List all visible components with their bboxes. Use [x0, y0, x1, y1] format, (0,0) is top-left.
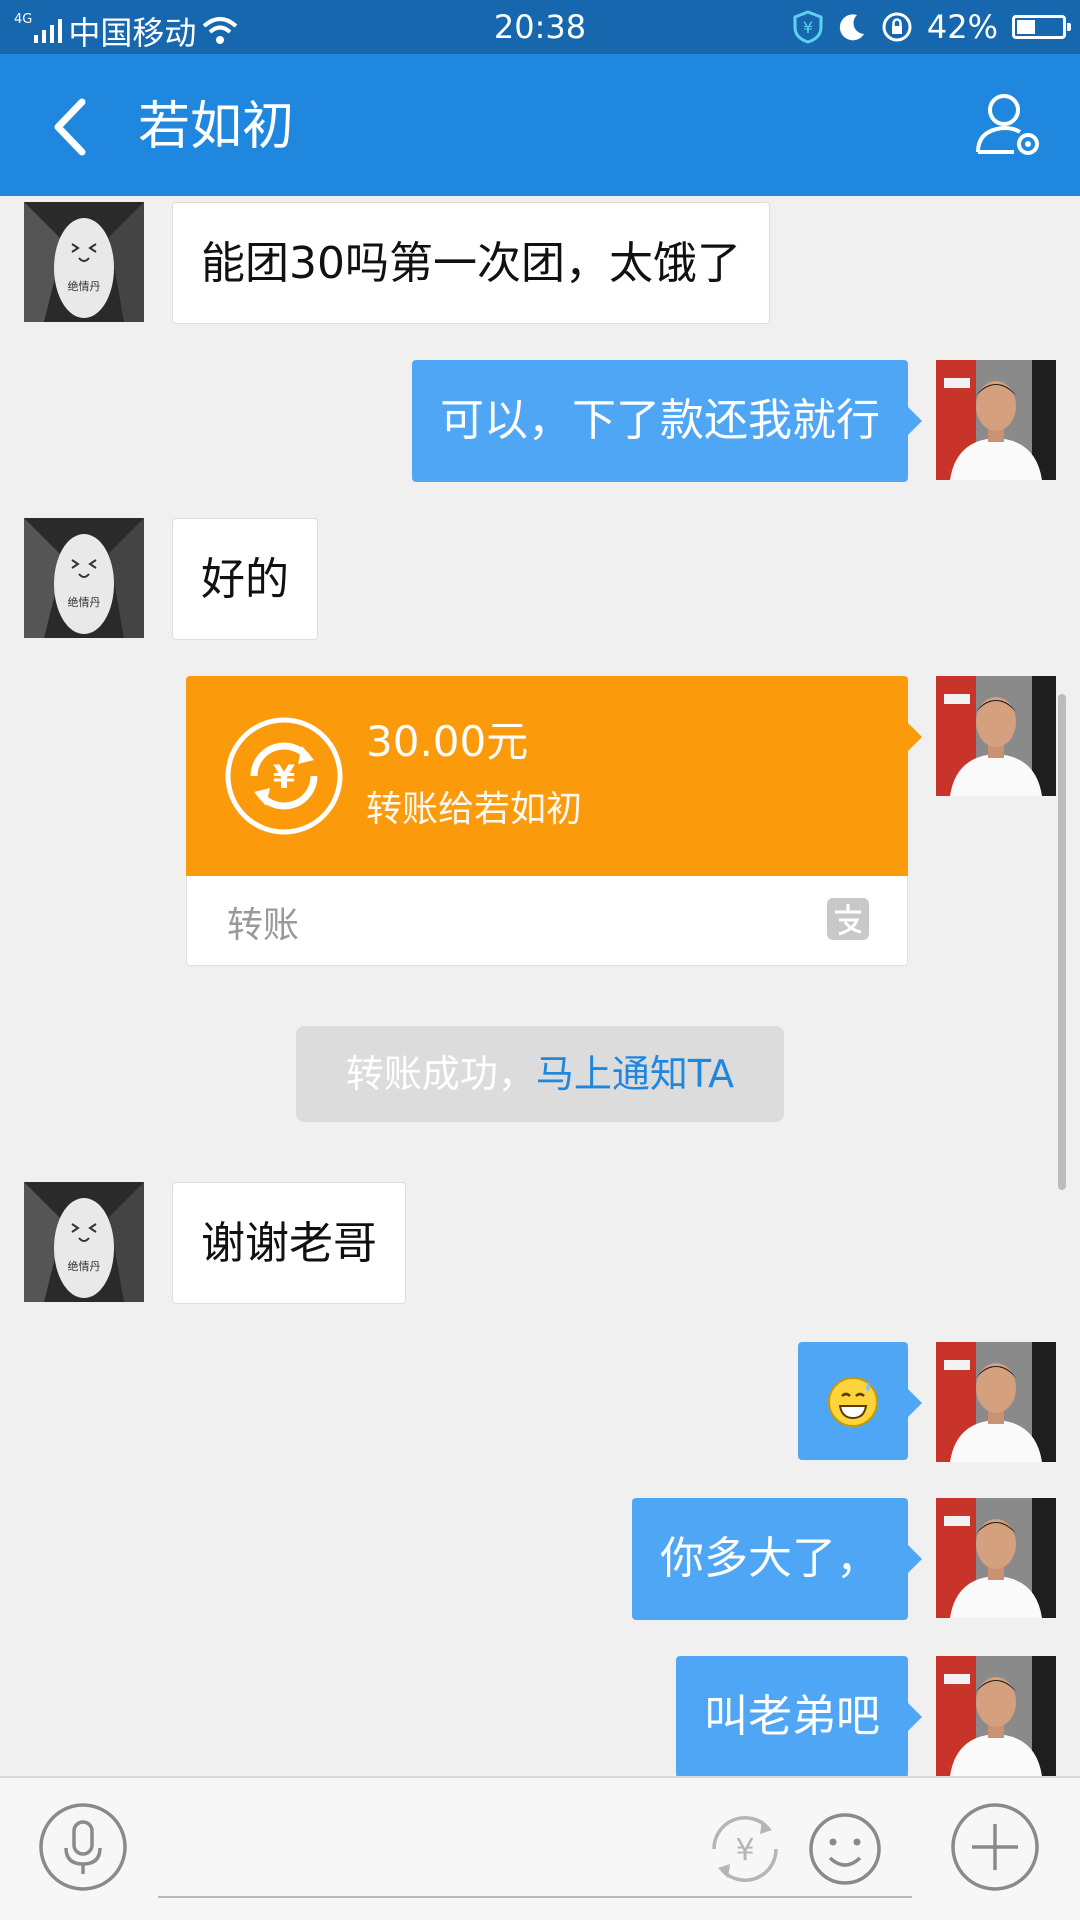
input-bar: ¥ — [0, 1776, 1080, 1920]
grinning-sweat-emoji — [828, 1377, 878, 1427]
moon-icon — [839, 14, 864, 41]
svg-text:绝情丹: 绝情丹 — [68, 279, 101, 293]
chat-history[interactable]: 绝情丹 能团30吗第一次团，太饿了 可以，下了款还我就行 绝情丹 好的 ¥ 30… — [0, 196, 1080, 1776]
svg-text:绝情丹: 绝情丹 — [68, 595, 101, 609]
my-avatar[interactable] — [936, 360, 1056, 480]
contact-avatar[interactable]: 绝情丹 — [24, 518, 144, 638]
chat-title: 若如初 — [138, 97, 295, 157]
transfer-description: 转账给若如初 — [366, 789, 583, 830]
rotation-lock-icon — [882, 12, 912, 42]
plus-icon — [951, 1803, 1039, 1891]
alipay-icon — [827, 898, 869, 940]
title-bar: 若如初 — [0, 54, 1080, 196]
yuan-transfer-icon: ¥ — [225, 717, 343, 835]
message-bubble-incoming[interactable]: 好的 — [172, 518, 318, 640]
chat-settings-button[interactable] — [974, 90, 1044, 160]
message-bubble-outgoing[interactable]: 你多大了， — [632, 1498, 922, 1620]
svg-text:¥: ¥ — [803, 18, 813, 37]
yuan-transfer-icon: ¥ — [712, 1816, 778, 1882]
system-notice-text: 转账成功， — [345, 1052, 536, 1096]
shield-yuan-icon: ¥ — [793, 10, 823, 44]
svg-text:绝情丹: 绝情丹 — [68, 1259, 101, 1273]
my-avatar[interactable] — [936, 1656, 1056, 1776]
contact-avatar[interactable]: 绝情丹 — [24, 1182, 144, 1302]
battery-percent: 42% — [926, 8, 998, 46]
my-avatar[interactable] — [936, 1342, 1056, 1462]
message-input[interactable] — [158, 1896, 912, 1898]
message-bubble-incoming[interactable]: 谢谢老哥 — [172, 1182, 406, 1304]
message-bubble-outgoing[interactable]: 可以，下了款还我就行 — [412, 360, 922, 482]
smiley-icon — [809, 1813, 881, 1885]
scrollbar[interactable] — [1058, 694, 1066, 1190]
transfer-amount: 30.00元 — [366, 717, 529, 766]
battery-icon — [1012, 15, 1071, 39]
message-bubble-outgoing[interactable]: 叫老弟吧 — [676, 1656, 922, 1776]
more-button[interactable] — [950, 1802, 1040, 1892]
transfer-card[interactable]: ¥ 30.00元 转账给若如初 转账 — [186, 676, 922, 966]
back-button[interactable] — [40, 92, 100, 162]
transfer-card-footer: 转账 — [186, 876, 908, 966]
transfer-card-header: ¥ 30.00元 转账给若如初 — [186, 676, 922, 876]
notify-link[interactable]: 马上通知TA — [536, 1052, 734, 1096]
battery-fill — [1017, 20, 1035, 34]
status-right: ¥ 42% — [793, 8, 1071, 46]
message-bubble-outgoing[interactable] — [798, 1342, 922, 1460]
transfer-label: 转账 — [227, 905, 300, 946]
svg-text:¥: ¥ — [735, 1833, 754, 1868]
user-settings-icon — [976, 94, 1039, 155]
emoji-button[interactable] — [800, 1804, 890, 1894]
back-arrow-icon — [54, 98, 86, 156]
microphone-icon — [39, 1803, 127, 1891]
my-avatar[interactable] — [936, 676, 1056, 796]
svg-text:¥: ¥ — [273, 758, 295, 796]
transfer-button[interactable]: ¥ — [700, 1804, 790, 1894]
contact-avatar[interactable]: 绝情丹 — [24, 202, 144, 322]
message-bubble-incoming[interactable]: 能团30吗第一次团，太饿了 — [172, 202, 770, 324]
system-notice: 转账成功，马上通知TA — [296, 1026, 784, 1122]
voice-button[interactable] — [38, 1802, 128, 1892]
my-avatar[interactable] — [936, 1498, 1056, 1618]
status-bar: 4G 中国移动 20:38 ¥ 42% — [0, 0, 1080, 54]
